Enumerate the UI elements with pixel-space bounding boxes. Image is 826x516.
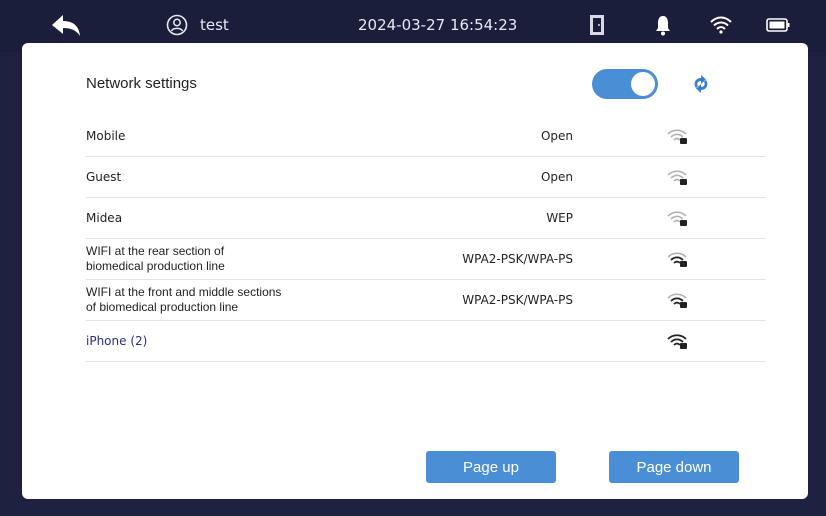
network-name: Midea — [86, 211, 123, 225]
wifi-icon[interactable] — [709, 15, 733, 35]
page-up-button[interactable]: Page up — [426, 451, 556, 483]
network-security: Open — [540, 129, 573, 143]
wifi-locked-strong-icon — [667, 252, 687, 267]
wifi-locked-weak-icon — [667, 129, 687, 144]
wifi-locked-weak-icon — [667, 170, 687, 185]
user-icon[interactable] — [166, 14, 188, 36]
network-security: Open — [540, 170, 573, 184]
network-name: WIFI at the front and middle sections of… — [86, 280, 386, 320]
datetime: 2024-03-27 16:54:23 — [358, 16, 518, 34]
refresh-icon[interactable] — [690, 73, 712, 95]
bell-icon[interactable] — [654, 14, 672, 36]
toggle-knob — [631, 72, 655, 96]
network-row-rear-section[interactable]: WIFI at the rear section of biomedical p… — [86, 239, 766, 280]
network-row-guest[interactable]: Guest Open — [86, 157, 766, 198]
network-list: Mobile Open Guest Open Midea WEP WIFI at… — [86, 116, 766, 362]
network-name: Mobile — [86, 129, 126, 143]
network-name: iPhone (2) — [86, 334, 148, 348]
wifi-toggle[interactable] — [592, 69, 658, 99]
wifi-locked-weak-icon — [667, 211, 687, 226]
network-row-mobile[interactable]: Mobile Open — [86, 116, 766, 157]
network-row-midea[interactable]: Midea WEP — [86, 198, 766, 239]
network-name-line: of biomedical production line — [86, 300, 239, 314]
network-security: WEP — [546, 211, 573, 225]
page-title: Network settings — [86, 75, 197, 92]
wifi-locked-strong-icon — [667, 293, 687, 308]
network-security: WPA2-PSK/WPA-PS — [462, 252, 573, 266]
network-settings-panel: Network settings Mobile Open Guest Open — [22, 43, 808, 499]
network-row-front-middle[interactable]: WIFI at the front and middle sections of… — [86, 280, 766, 321]
network-name-line: WIFI at the front and middle sections — [86, 285, 282, 299]
back-icon[interactable] — [50, 13, 82, 39]
page-down-button[interactable]: Page down — [609, 451, 739, 483]
network-name-line: biomedical production line — [86, 259, 225, 273]
door-icon[interactable] — [589, 14, 605, 36]
wifi-locked-full-icon — [667, 334, 687, 349]
user-name: test — [200, 16, 229, 34]
network-name-line: WIFI at the rear section of — [86, 244, 225, 258]
network-name: WIFI at the rear section of biomedical p… — [86, 239, 386, 279]
network-row-iphone[interactable]: iPhone (2) — [86, 321, 766, 362]
battery-icon — [766, 18, 790, 32]
network-security: WPA2-PSK/WPA-PS — [462, 293, 573, 307]
network-name: Guest — [86, 170, 122, 184]
